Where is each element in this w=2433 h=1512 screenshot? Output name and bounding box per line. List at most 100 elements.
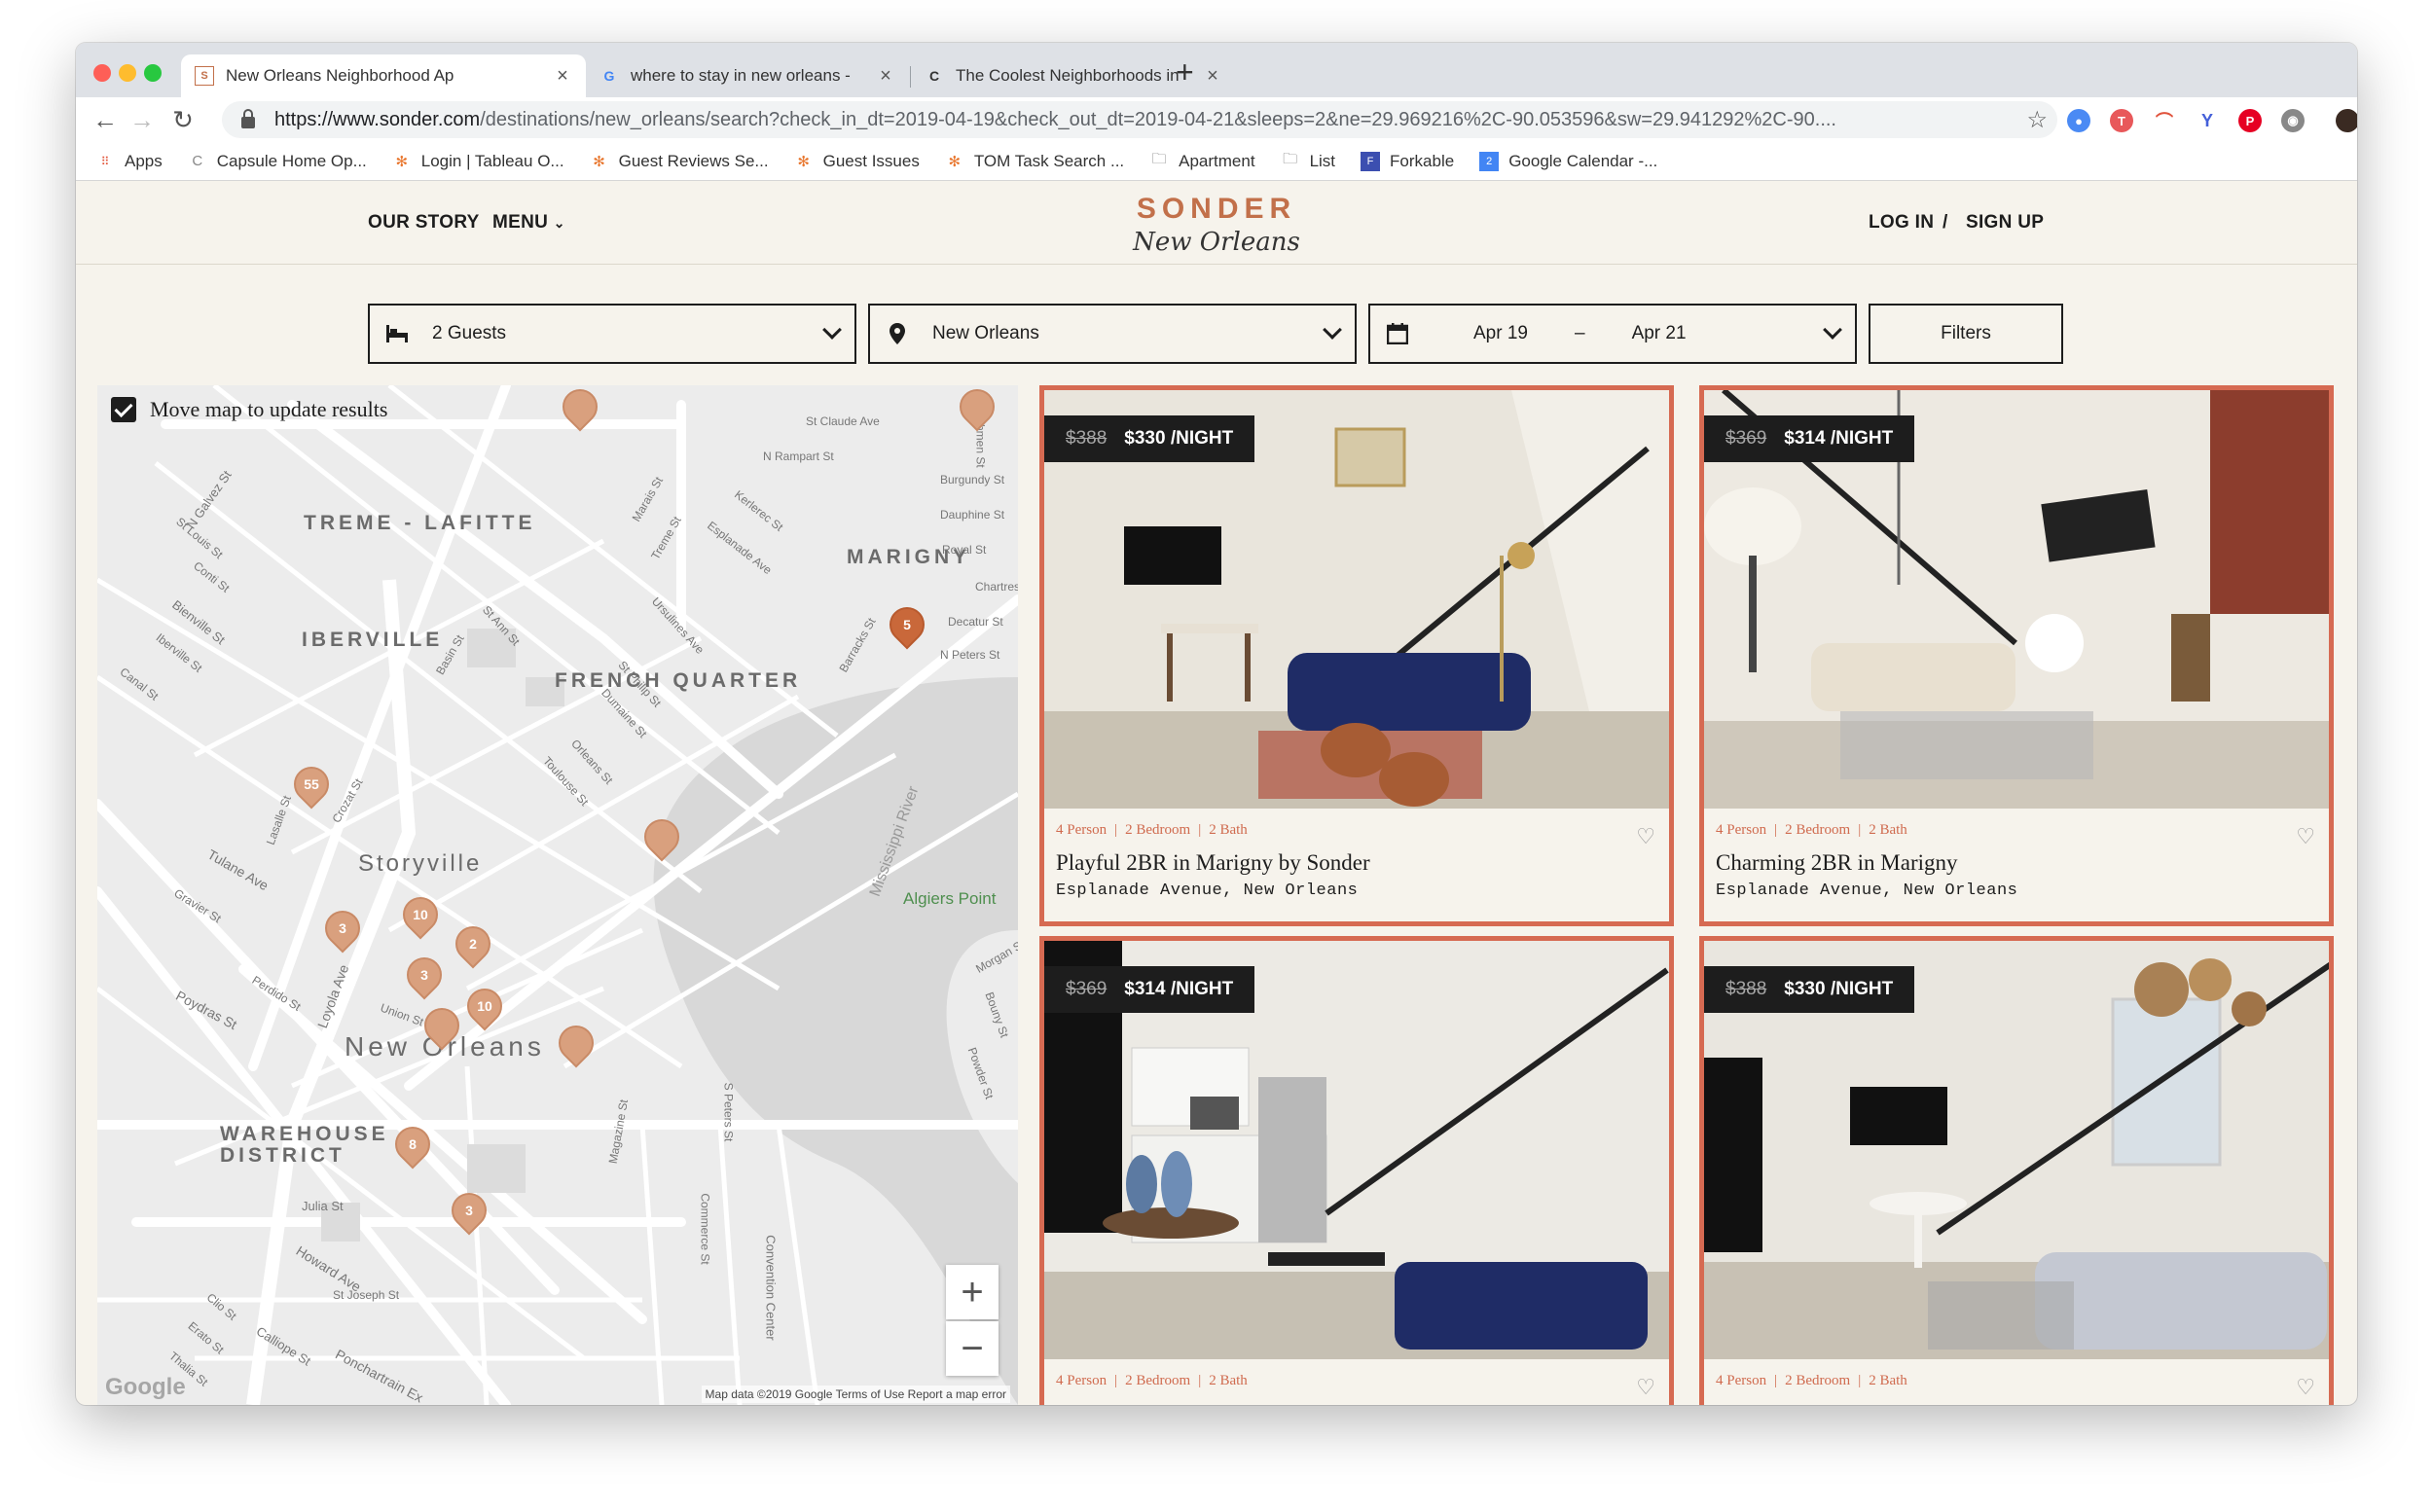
street-label: Commerce St xyxy=(698,1193,712,1265)
move-map-checkbox[interactable]: Move map to update results xyxy=(111,397,387,422)
street-label: S Peters St xyxy=(721,1082,736,1142)
chevron-down-icon xyxy=(1823,320,1842,340)
bookmark-apps[interactable]: ⠿ Apps xyxy=(95,152,163,171)
forkable-icon: F xyxy=(1361,151,1381,171)
bookmark-guest-issues[interactable]: ✻ Guest Issues xyxy=(794,152,920,171)
listing-meta: 4 Person | 2 Bedroom | 2 Bath xyxy=(1056,822,1248,838)
district-label: DISTRICT xyxy=(220,1144,345,1167)
maximize-window-button[interactable] xyxy=(144,64,162,82)
listing-card[interactable]: $388 $330 /NIGHT 4 Person | 2 Bedroom | 2 Ba… xyxy=(1039,385,1674,926)
street-label: Decatur St xyxy=(948,615,1003,629)
listing-photo[interactable]: $388 $330 /NIGHT xyxy=(1704,941,2329,1359)
checkbox-checked-icon[interactable] xyxy=(111,397,136,422)
district-label: TREME - LAFITTE xyxy=(304,512,536,534)
lock-icon xyxy=(241,108,255,128)
map[interactable]: Move map to update results TREME - LAFIT… xyxy=(97,385,1018,1405)
tab-google[interactable]: G where to stay in new orleans - × xyxy=(586,54,909,97)
bookmark-list[interactable]: 🗀 List xyxy=(1281,151,1335,171)
sign-up-link[interactable]: SIGN UP xyxy=(1966,212,2044,234)
tab-sonder[interactable]: S New Orleans Neighborhood Ap × xyxy=(181,54,586,97)
browser-window: S New Orleans Neighborhood Ap × G where … xyxy=(76,43,2357,1405)
district-label: WAREHOUSE xyxy=(220,1123,389,1145)
bookmark-tableau-login[interactable]: ✻ Login | Tableau O... xyxy=(392,152,563,171)
zoom-in-button[interactable]: + xyxy=(946,1265,999,1319)
new-tab-plus-icon[interactable]: + xyxy=(1176,56,1194,88)
district-label: FRENCH QUARTER xyxy=(555,669,802,692)
folder-icon: 🗀 xyxy=(1151,151,1167,167)
street-label: Burgundy St xyxy=(940,473,1005,486)
heart-icon[interactable]: ♡ xyxy=(2296,1375,2315,1400)
extension-icon[interactable]: ⌒ xyxy=(2153,109,2176,132)
heart-icon[interactable]: ♡ xyxy=(1636,1375,1655,1400)
tableau-icon: ✻ xyxy=(395,153,409,170)
google-favicon-icon: G xyxy=(603,68,615,84)
street-label: Chartres St xyxy=(975,580,1018,594)
capsule-icon: C xyxy=(192,153,203,169)
address-bar[interactable]: https://www.sonder.com/destinations/new_… xyxy=(222,101,2057,138)
calendar-icon xyxy=(1386,322,1409,345)
extension-icon[interactable]: T xyxy=(2110,109,2133,132)
close-tab-icon[interactable]: × xyxy=(1203,65,1222,88)
street-label: Royal St xyxy=(942,543,987,557)
google-logo: Google xyxy=(105,1374,186,1400)
close-window-button[interactable] xyxy=(93,64,111,82)
back-arrow-icon[interactable]: ← xyxy=(88,101,123,138)
tab-strip: S New Orleans Neighborhood Ap × G where … xyxy=(76,43,2357,97)
bookmarks-bar: ⠿ Apps C Capsule Home Op... ✻ Login | Table… xyxy=(76,142,2357,181)
site-header: OUR STORY MENU ⌄ SONDER New Orleans LOG … xyxy=(76,181,2357,265)
bookmark-apartment[interactable]: 🗀 Apartment xyxy=(1149,151,1255,171)
bookmark-star-icon[interactable]: ☆ xyxy=(2026,106,2048,134)
chevron-down-icon xyxy=(822,320,842,340)
close-tab-icon[interactable]: × xyxy=(876,65,895,88)
location-select[interactable]: New Orleans xyxy=(868,304,1357,364)
minimize-window-button[interactable] xyxy=(119,64,136,82)
filters-button[interactable]: Filters xyxy=(1869,304,2063,364)
bookmark-tom-task[interactable]: ✻ TOM Task Search ... xyxy=(945,152,1125,171)
heart-icon[interactable]: ♡ xyxy=(1636,824,1655,849)
listing-meta: 4 Person | 2 Bedroom | 2 Bath xyxy=(1056,1373,1248,1388)
listing-meta: 4 Person | 2 Bedroom | 2 Bath xyxy=(1716,1373,1907,1388)
listing-photo[interactable]: $369 $314 /NIGHT xyxy=(1044,941,1669,1359)
extension-icon[interactable]: ● xyxy=(2067,109,2090,132)
guests-select[interactable]: 2 Guests xyxy=(368,304,856,364)
listing-card[interactable]: $369 $314 /NIGHT 4 Person | 2 Bedroom | 2 Ba… xyxy=(1699,385,2334,926)
calendar-icon: 2 xyxy=(1479,151,1500,171)
chevron-down-icon xyxy=(1323,320,1342,340)
listing-photo[interactable]: $369 $314 /NIGHT xyxy=(1704,390,2329,809)
listing-title[interactable]: Charming 2BR in Marigny xyxy=(1716,850,2317,876)
district-label: IBERVILLE xyxy=(302,629,444,651)
avatar[interactable] xyxy=(2336,109,2357,132)
street-label: Julia St xyxy=(302,1199,344,1213)
url-text[interactable]: https://www.sonder.com/destinations/new_… xyxy=(274,109,1929,131)
street-label: St Claude Ave xyxy=(806,414,880,428)
bed-icon xyxy=(385,322,409,345)
price-tag: $369 $314 /NIGHT xyxy=(1704,415,1915,462)
camera-icon[interactable]: ◉ xyxy=(2281,109,2305,132)
heart-icon[interactable]: ♡ xyxy=(2296,824,2315,849)
listing-card[interactable]: $388 $330 /NIGHT 4 Person | 2 Bedroom | 2 Ba… xyxy=(1699,936,2334,1405)
dates-select[interactable]: Apr 19 – Apr 21 xyxy=(1368,304,1857,364)
auth-separator: / xyxy=(1943,212,1948,233)
bookmark-forkable[interactable]: F Forkable xyxy=(1361,151,1454,171)
listing-meta: 4 Person | 2 Bedroom | 2 Bath xyxy=(1716,822,1907,838)
street-label: St Joseph St xyxy=(333,1288,400,1302)
reload-icon[interactable]: ↻ xyxy=(165,101,200,138)
bookmark-guest-reviews[interactable]: ✻ Guest Reviews Se... xyxy=(590,152,768,171)
bookmark-capsule[interactable]: C Capsule Home Op... xyxy=(188,152,366,171)
check-in-date: Apr 19 xyxy=(1473,323,1528,343)
bookmark-google-calendar[interactable]: 2 Google Calendar -... xyxy=(1479,151,1657,171)
close-tab-icon[interactable]: × xyxy=(553,65,572,88)
log-in-link[interactable]: LOG IN xyxy=(1869,212,1934,234)
map-attribution[interactable]: Map data ©2019 Google Terms of Use Repor… xyxy=(701,1386,1010,1403)
pinterest-icon[interactable]: P xyxy=(2238,109,2262,132)
extension-icon[interactable]: Y xyxy=(2196,109,2219,132)
zoom-out-button[interactable]: − xyxy=(946,1321,999,1376)
street-label: N Peters St xyxy=(940,648,1000,662)
listing-photo[interactable]: $388 $330 /NIGHT xyxy=(1044,390,1669,809)
forward-arrow-icon[interactable]: → xyxy=(125,101,160,138)
price-tag: $388 $330 /NIGHT xyxy=(1704,966,1915,1013)
folder-icon: 🗀 xyxy=(1283,151,1298,167)
tableau-icon: ✻ xyxy=(593,153,605,170)
listing-title[interactable]: Playful 2BR in Marigny by Sonder xyxy=(1056,850,1657,876)
listing-card[interactable]: $369 $314 /NIGHT 4 Person | 2 Bedroom | 2 Ba… xyxy=(1039,936,1674,1405)
